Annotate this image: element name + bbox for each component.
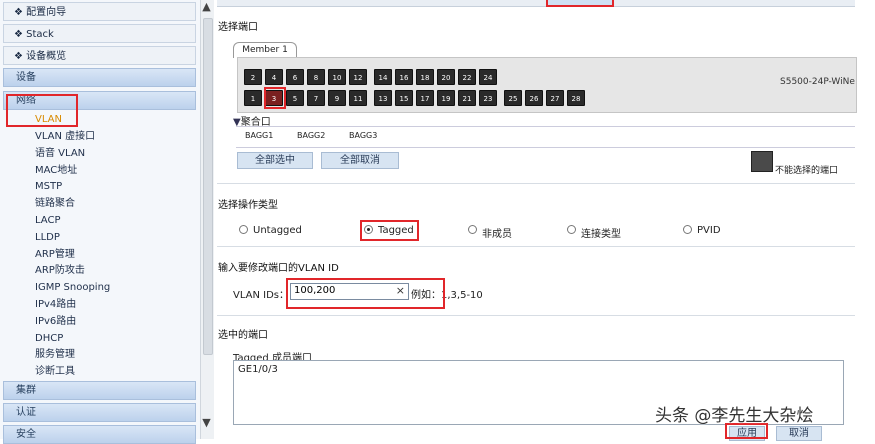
radio-label[interactable]: Untagged [253, 225, 302, 236]
sidebar-item[interactable]: 诊断工具 [35, 365, 75, 379]
device-model-label: S5500-24P-WiNe [780, 77, 855, 87]
divider [217, 183, 855, 184]
sidebar-item[interactable]: ARP管理 [35, 248, 75, 262]
highlight-port-3 [264, 87, 286, 109]
radio-label[interactable]: 非成员 [482, 225, 512, 240]
sidebar-item[interactable]: DHCP [35, 332, 63, 346]
switch-port[interactable]: 16 [395, 69, 413, 85]
divider [217, 315, 855, 316]
sidebar-item[interactable]: 链路聚合 [35, 197, 75, 211]
sidebar-item[interactable]: LACP [35, 214, 60, 228]
sidebar-item[interactable]: MAC地址 [35, 164, 77, 178]
select-all-button[interactable]: 全部选中 [237, 152, 313, 169]
switch-port[interactable]: 8 [307, 69, 325, 85]
tab-strip [217, 0, 855, 7]
aggregation-row [236, 126, 855, 148]
switch-port[interactable]: 26 [525, 90, 543, 106]
switch-port[interactable]: 17 [416, 90, 434, 106]
sidebar-item[interactable]: VLAN 虚接口 [35, 130, 95, 144]
sidebar-item-config-wizard[interactable]: ❖ 配置向导 [3, 2, 196, 21]
switch-port[interactable]: 22 [458, 69, 476, 85]
op-section-title: 选择操作类型 [218, 200, 278, 211]
sidebar-item[interactable]: IPv6路由 [35, 315, 76, 329]
sidebar-item[interactable]: IPv4路由 [35, 298, 76, 312]
switch-port[interactable]: 19 [437, 90, 455, 106]
agg-port-bagg3[interactable]: BAGG3 [349, 131, 377, 140]
selected-ports-title: 选中的端口 [218, 330, 268, 341]
sidebar-item[interactable]: ARP防攻击 [35, 264, 85, 278]
unselectable-port-swatch [751, 151, 773, 172]
switch-port[interactable]: 18 [416, 69, 434, 85]
sidebar-item-stack[interactable]: ❖ Stack [3, 24, 196, 43]
unselectable-port-label: 不能选择的端口 [775, 166, 839, 176]
diamond-icon: ❖ [14, 51, 23, 62]
radio-button[interactable] [683, 225, 692, 234]
switch-port[interactable]: 1 [244, 90, 262, 106]
highlight-network-vlan [6, 94, 78, 127]
sidebar-item[interactable]: IGMP Snooping [35, 281, 110, 295]
radio-button[interactable] [239, 225, 248, 234]
radio-label[interactable]: 连接类型 [581, 225, 621, 240]
switch-port[interactable]: 6 [286, 69, 304, 85]
sidebar-section-cluster[interactable]: 集群 [3, 381, 196, 400]
switch-port[interactable]: 23 [479, 90, 497, 106]
switch-port[interactable]: 12 [349, 69, 367, 85]
watermark-text: 头条 @李先生大杂烩 [655, 406, 814, 426]
tab-active-highlight[interactable] [546, 0, 614, 7]
switch-port[interactable]: 24 [479, 69, 497, 85]
switch-port[interactable]: 13 [374, 90, 392, 106]
vlan-section-title: 输入要修改端口的VLAN ID [218, 263, 339, 274]
port-section-title: 选择端口 [218, 22, 258, 33]
highlight-vlan-input [286, 278, 445, 309]
sidebar-section-device[interactable]: 设备 [3, 68, 196, 87]
scroll-up-icon[interactable]: ▲ [201, 0, 212, 13]
sidebar-section-auth[interactable]: 认证 [3, 403, 196, 422]
selected-port-entry: GE1/0/3 [238, 364, 278, 375]
switch-port[interactable]: 5 [286, 90, 304, 106]
radio-button[interactable] [468, 225, 477, 234]
switch-port[interactable]: 7 [307, 90, 325, 106]
member-tab[interactable]: Member 1 [233, 42, 297, 58]
sidebar-item[interactable]: 语音 VLAN [35, 147, 85, 161]
vlan-ids-label: VLAN IDs： [233, 290, 290, 301]
divider [217, 246, 855, 247]
switch-port[interactable]: 27 [546, 90, 564, 106]
agg-port-bagg2[interactable]: BAGG2 [297, 131, 325, 140]
switch-port[interactable]: 10 [328, 69, 346, 85]
sidebar-item-device-overview[interactable]: ❖ 设备概览 [3, 46, 196, 65]
diamond-icon: ❖ [14, 7, 23, 18]
sidebar-item[interactable]: MSTP [35, 180, 62, 194]
sidebar-item[interactable]: 服务管理 [35, 348, 75, 362]
switch-port[interactable]: 14 [374, 69, 392, 85]
switch-port[interactable]: 2 [244, 69, 262, 85]
radio-button[interactable] [567, 225, 576, 234]
switch-port[interactable]: 4 [265, 69, 283, 85]
switch-port[interactable]: 11 [349, 90, 367, 106]
switch-port[interactable]: 28 [567, 90, 585, 106]
sidebar-section-security[interactable]: 安全 [3, 425, 196, 444]
radio-label[interactable]: PVID [697, 225, 721, 236]
diamond-icon: ❖ [14, 29, 23, 40]
switch-port[interactable]: 9 [328, 90, 346, 106]
deselect-all-button[interactable]: 全部取消 [321, 152, 399, 169]
switch-port[interactable]: 20 [437, 69, 455, 85]
agg-port-bagg1[interactable]: BAGG1 [245, 131, 273, 140]
scroll-thumb[interactable] [203, 18, 213, 355]
switch-port[interactable]: 15 [395, 90, 413, 106]
highlight-tagged [360, 220, 419, 241]
sidebar-item[interactable]: LLDP [35, 231, 60, 245]
scroll-down-icon[interactable]: ▼ [201, 416, 212, 429]
switch-port[interactable]: 21 [458, 90, 476, 106]
switch-port[interactable]: 25 [504, 90, 522, 106]
